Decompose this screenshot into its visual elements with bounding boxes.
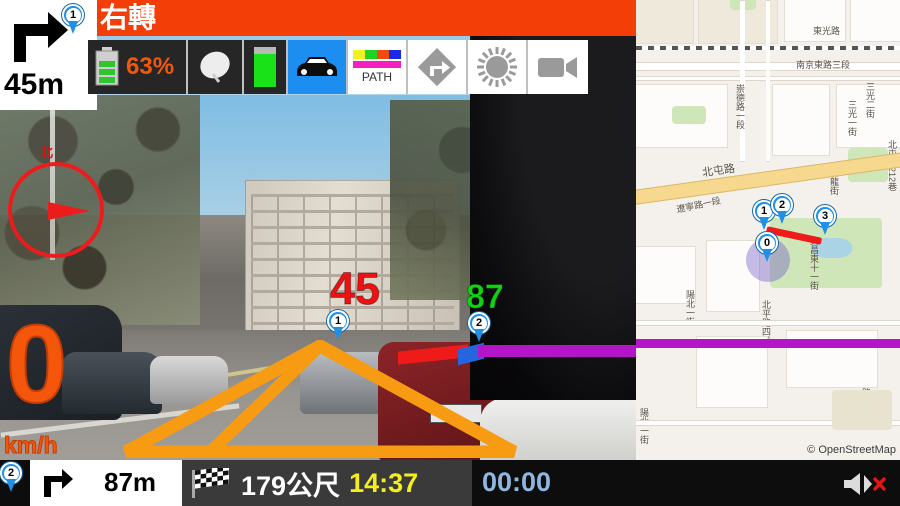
turn-right-arrow-icon [44, 469, 73, 497]
map-street-label: 三光二街 [865, 82, 875, 118]
trip-summary[interactable]: 179公尺 14:37 [182, 460, 472, 506]
pin-tail [820, 222, 830, 235]
battery-percent: 63% [126, 53, 175, 80]
toolbar-button-car[interactable] [288, 40, 348, 94]
map-waypoint-pin-0[interactable]: 0 [756, 232, 778, 262]
speed-value: 0 [5, 303, 68, 426]
gps-status[interactable] [188, 40, 244, 94]
pin-tail [474, 329, 484, 342]
path-magenta-bar-icon [353, 61, 401, 68]
signal-bar-icon [254, 47, 276, 87]
elapsed-timer: 00:00 [482, 467, 552, 497]
map-attribution: © OpenStreetMap [807, 444, 896, 456]
map-street-label: 崇德路一段 [735, 84, 745, 129]
checkered-flag-icon [192, 468, 229, 498]
pin-tail [777, 211, 787, 224]
map-waypoint-pin-2[interactable]: 2 [771, 194, 793, 224]
toolbar-button-turn[interactable] [408, 40, 468, 94]
map-street-label: 陽北一街 [639, 408, 649, 444]
map-waypoint-pin-3[interactable]: 3 [814, 205, 836, 235]
car-icon [297, 57, 337, 76]
pin-tail [759, 217, 769, 230]
pin-tail [6, 479, 16, 492]
compass-needle-icon [48, 202, 90, 220]
bottom-waypoint-pin[interactable]: 2 [0, 462, 22, 492]
ar-navigation-app: 45 1 87 2 北 0 km/h 右轉 45m 1 63% PATH 東光路… [0, 0, 900, 506]
map-street-label: 東光路 [813, 26, 841, 36]
toolbar-button-brightness[interactable] [468, 40, 528, 94]
toolbar-button-record[interactable] [528, 40, 588, 94]
maneuver-banner-text: 右轉 [100, 2, 157, 33]
next-distance: 87m [104, 467, 157, 497]
sun-icon [477, 47, 517, 87]
compass-widget[interactable] [8, 162, 104, 258]
battery-icon [95, 47, 119, 86]
bottom-status-bar: 2 87m 179公尺 14:37 00:00 [0, 460, 900, 506]
battery-status[interactable]: 63% [88, 40, 188, 94]
ar-lane-guide [122, 340, 518, 458]
map-street-label: 三光一街 [847, 100, 857, 136]
maneuver-distance: 45m [4, 68, 65, 101]
toolbar-button-path[interactable]: PATH [348, 40, 408, 94]
ar-waypoint-pin-2[interactable]: 2 [468, 312, 490, 342]
ar-waypoint-pin-1[interactable]: 1 [327, 310, 349, 340]
maneuver-waypoint-pin[interactable]: 1 [62, 4, 84, 34]
ar-marker-distance-2: 87 [466, 278, 505, 316]
signal-status[interactable] [244, 40, 288, 94]
toolbar-label-path: PATH [361, 70, 393, 84]
pin-tail [68, 21, 78, 34]
ar-marker-distance-1: 45 [329, 263, 381, 314]
mute-toggle[interactable] [842, 471, 886, 502]
map-panel[interactable]: 東光路 南京東路三段 崇德路一段 三光二街 三光一街 北屯路212巷 九龍街 北… [636, 0, 900, 460]
path-colors-icon [353, 50, 401, 59]
pin-tail [762, 249, 772, 262]
satellite-dish-icon [200, 51, 230, 83]
speaker-muted-icon [844, 473, 886, 495]
video-camera-icon [538, 57, 577, 78]
map-street-label: 南京東路三段 [796, 60, 851, 70]
eta-time: 14:37 [349, 467, 419, 498]
speed-unit: km/h [4, 432, 59, 459]
turn-right-arrow-icon [14, 12, 68, 62]
total-distance: 179公尺 [241, 470, 341, 501]
turn-sign-icon [417, 48, 457, 87]
pin-tail [333, 327, 343, 340]
status-toolbar: 63% PATH [88, 40, 588, 94]
compass-north-label: 北 [40, 145, 54, 160]
